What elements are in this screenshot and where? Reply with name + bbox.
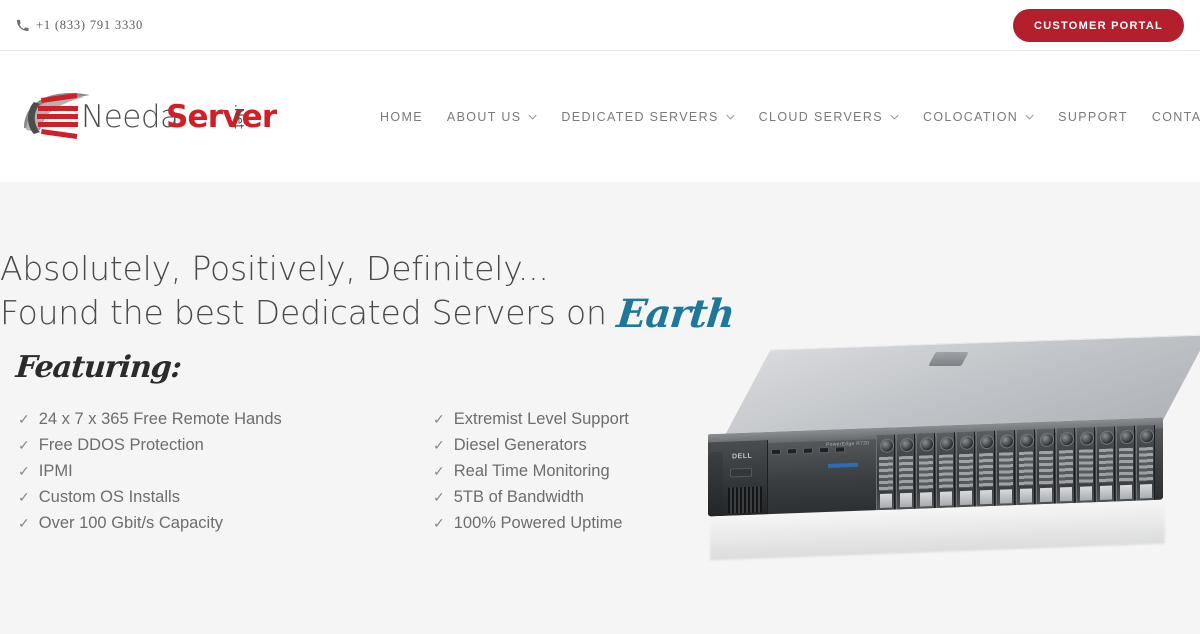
nav-label: COLOCATION bbox=[922, 109, 1019, 124]
main-navigation: HOME ABOUT US DEDICATED SERVERS CLOUD SE… bbox=[368, 51, 1200, 182]
server-front-bezel: DELL bbox=[708, 440, 768, 517]
feature-label: 24 x 7 x 365 Free Remote Hands bbox=[38, 410, 282, 428]
nav-label: DEDICATED SERVERS bbox=[561, 109, 719, 124]
feature-label: 100% Powered Uptime bbox=[453, 514, 623, 532]
drive-bay bbox=[1056, 427, 1075, 504]
feature-item: ✓ 24 x 7 x 365 Free Remote Hands bbox=[18, 406, 433, 432]
headline-line-1: Absolutely, Positively, Definitely... bbox=[0, 249, 549, 288]
check-icon: ✓ bbox=[433, 437, 445, 453]
feature-columns: ✓ 24 x 7 x 365 Free Remote Hands ✓ Free … bbox=[18, 406, 733, 536]
check-icon: ✓ bbox=[18, 411, 30, 427]
site-logo[interactable]: Needa Server .Net bbox=[18, 86, 277, 148]
feature-item: ✓ Diesel Generators bbox=[433, 432, 733, 458]
nav-item-contact[interactable]: CONTACT bbox=[1140, 110, 1200, 124]
hero-headline: Absolutely, Positively, Definitely... Fo… bbox=[0, 248, 737, 340]
nav-item-about-us[interactable]: ABOUT US bbox=[435, 110, 549, 124]
server-drive-bays bbox=[876, 424, 1162, 511]
logo-text-tld: .Net bbox=[232, 103, 246, 129]
feature-item: ✓ 5TB of Bandwidth bbox=[433, 484, 733, 510]
chevron-down-icon bbox=[528, 114, 538, 120]
headline-accent-earth: Earth bbox=[614, 291, 737, 338]
chevron-down-icon bbox=[726, 114, 735, 120]
feature-label: 5TB of Bandwidth bbox=[453, 488, 584, 506]
feature-label: Extremist Level Support bbox=[453, 410, 629, 428]
check-icon: ✓ bbox=[433, 515, 445, 531]
nav-item-cloud-servers[interactable]: CLOUD SERVERS bbox=[747, 110, 911, 124]
nav-item-dedicated-servers[interactable]: DEDICATED SERVERS bbox=[549, 110, 746, 124]
drive-bay bbox=[996, 430, 1015, 506]
hero-slider: Absolutely, Positively, Definitely... Fo… bbox=[0, 182, 1200, 634]
nav-label: ABOUT US bbox=[446, 109, 522, 124]
phone-icon bbox=[16, 19, 29, 32]
logo-text-server: Server bbox=[166, 98, 277, 135]
check-icon: ✓ bbox=[18, 489, 30, 505]
server-status-strip bbox=[828, 462, 858, 468]
headline-line-2: Found the best Dedicated Servers on bbox=[0, 293, 617, 333]
drive-bay bbox=[1096, 426, 1115, 503]
chevron-down-icon bbox=[890, 114, 899, 120]
nav-item-support[interactable]: SUPPORT bbox=[1046, 110, 1140, 124]
check-icon: ✓ bbox=[18, 463, 30, 479]
drive-bay bbox=[896, 433, 915, 510]
check-icon: ✓ bbox=[433, 489, 445, 505]
nav-label: SUPPORT bbox=[1058, 109, 1128, 124]
server-chassis: DELL PowerEdge R720 bbox=[708, 417, 1163, 517]
feature-label: IPMI bbox=[38, 462, 73, 480]
check-icon: ✓ bbox=[433, 463, 445, 479]
server-vent-grille bbox=[728, 486, 762, 514]
drive-bay bbox=[976, 430, 995, 507]
feature-item: ✓ Free DDOS Protection bbox=[18, 432, 433, 458]
chevron-down-icon bbox=[1025, 114, 1034, 120]
check-icon: ✓ bbox=[18, 437, 30, 453]
feature-column-right: ✓ Extremist Level Support ✓ Diesel Gener… bbox=[433, 406, 733, 536]
drive-bay bbox=[1036, 428, 1055, 505]
drive-bay bbox=[1016, 429, 1035, 506]
nav-label: HOME bbox=[380, 109, 423, 124]
feature-item: ✓ 100% Powered Uptime bbox=[433, 510, 733, 536]
feature-label: Custom OS Installs bbox=[38, 488, 180, 506]
drive-bay bbox=[916, 433, 935, 509]
feature-item: ✓ Real Time Monitoring bbox=[433, 458, 733, 484]
customer-portal-button[interactable]: CUSTOMER PORTAL bbox=[1013, 9, 1184, 42]
nav-item-colocation[interactable]: COLOCATION bbox=[911, 110, 1046, 124]
nav-item-home[interactable]: HOME bbox=[368, 110, 435, 124]
drive-bay bbox=[1116, 425, 1135, 502]
server-product-image: DELL PowerEdge R720 bbox=[700, 334, 1200, 561]
server-brand-label: DELL bbox=[732, 452, 753, 461]
drive-bay bbox=[936, 432, 955, 508]
feature-label: Free DDOS Protection bbox=[38, 436, 204, 454]
drive-bay bbox=[956, 431, 975, 508]
feature-item: ✓ Over 100 Gbit/s Capacity bbox=[18, 510, 433, 536]
feature-item: ✓ Custom OS Installs bbox=[18, 484, 433, 510]
check-icon: ✓ bbox=[433, 411, 445, 427]
feature-item: ✓ Extremist Level Support bbox=[433, 406, 733, 432]
featuring-label: Featuring: bbox=[14, 350, 183, 385]
feature-item: ✓ IPMI bbox=[18, 458, 433, 484]
server-dvd-drive bbox=[730, 467, 752, 478]
drive-bay bbox=[1076, 427, 1095, 503]
phone-link[interactable]: +1 (833) 791 3330 bbox=[16, 18, 143, 33]
feature-label: Diesel Generators bbox=[453, 436, 587, 454]
phone-number: +1 (833) 791 3330 bbox=[36, 17, 144, 32]
check-icon: ✓ bbox=[18, 515, 30, 531]
nav-label: CLOUD SERVERS bbox=[758, 109, 883, 124]
feature-label: Over 100 Gbit/s Capacity bbox=[38, 514, 224, 532]
nav-label: CONTACT bbox=[1151, 109, 1200, 124]
drive-bay bbox=[876, 434, 895, 511]
feature-label: Real Time Monitoring bbox=[453, 462, 610, 480]
drive-bay bbox=[1136, 424, 1155, 501]
feature-column-left: ✓ 24 x 7 x 365 Free Remote Hands ✓ Free … bbox=[18, 406, 433, 536]
site-header: Needa Server .Net HOME ABOUT US DEDICATE… bbox=[0, 51, 1200, 182]
logo-text-needa: Needa bbox=[81, 98, 179, 135]
top-utility-bar: +1 (833) 791 3330 CUSTOMER PORTAL bbox=[0, 0, 1200, 51]
server-rack-ear bbox=[708, 451, 723, 517]
